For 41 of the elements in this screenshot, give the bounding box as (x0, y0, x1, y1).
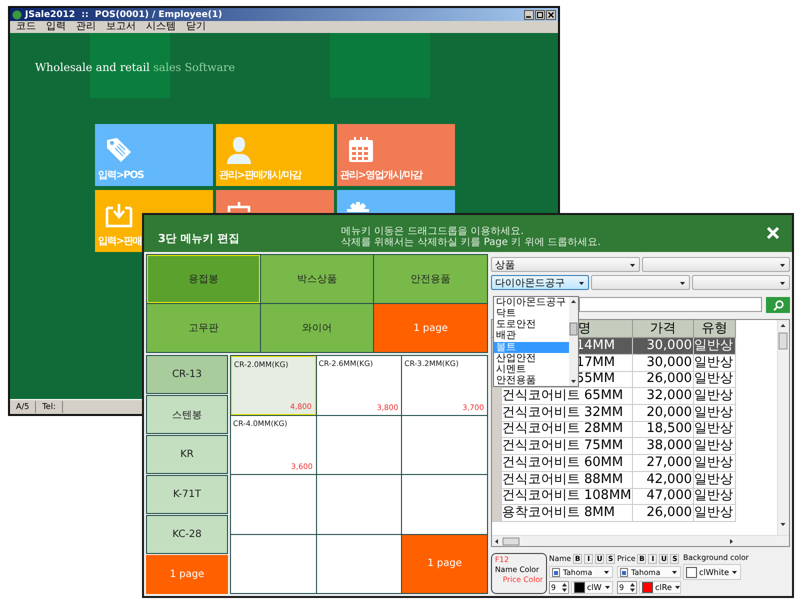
instruction-text: 삭제를 위해서는 삭제하실 키를 Page 키 위에 드롭하세요. (341, 237, 601, 248)
table-cell: 건식코어비트 108MM (502, 488, 633, 506)
table-cell: 18,500 (633, 421, 694, 438)
table-cell: 30,000 (633, 354, 694, 372)
table-cell: 26,000 (633, 504, 694, 522)
instruction-text: 메뉴키 이동은 드래그드롭을 이용하세요. (341, 226, 525, 237)
table-cell: 20,000 (633, 404, 694, 422)
tile-label: 관리>판매개시/마감 (219, 169, 302, 182)
table-cell: 42,000 (633, 472, 694, 488)
table-cell: 일반상 (694, 504, 736, 522)
table-cell: 30,000 (633, 338, 694, 355)
dialog-title: 3단 메뉴키 편집 (158, 231, 240, 246)
table-cell: 건식코어비트 60MM (502, 454, 633, 472)
table-cell: 27,000 (633, 454, 694, 472)
table-cell: 일반상 (694, 371, 736, 388)
table-cell: 일반상 (694, 438, 736, 456)
table-cell: 건식코어비트 28MM (502, 421, 633, 438)
table-cell: 건식코어비트 32MM (502, 404, 633, 422)
table-cell: 26,000 (633, 371, 694, 388)
table-cell: 32,000 (633, 388, 694, 406)
table-cell: 일반상 (694, 488, 736, 506)
status-text: Tel: (36, 401, 63, 413)
status-text: A/5 (10, 401, 36, 413)
table-cell: 용착코어비트 8MM (502, 504, 633, 522)
tile-label: 관리>영업개시/마감 (340, 169, 422, 182)
table-cell: 일반상 (694, 421, 736, 438)
tile-label: 입력>판매 (98, 235, 142, 248)
table-cell: 건식코어비트 88MM (502, 472, 633, 488)
table-cell: 일반상 (694, 472, 736, 488)
table-cell: 건식코어비트 75MM (502, 438, 633, 456)
table-cell: 건식코어비트 65MM (502, 388, 633, 406)
table-cell: 일반상 (694, 388, 736, 406)
tile-label: 입력>POS (98, 169, 144, 182)
table-cell: 47,000 (633, 488, 694, 506)
table-cell: 일반상 (694, 338, 736, 355)
table-cell: 일반상 (694, 354, 736, 372)
table-cell: 일반상 (694, 404, 736, 422)
table-cell: 일반상 (694, 454, 736, 472)
tagline: Wholesale and retail sales Software (35, 61, 235, 74)
table-cell: 38,000 (633, 438, 694, 456)
window-title: JSale2012 :: POS(0001) / Employee(1) (25, 10, 222, 20)
